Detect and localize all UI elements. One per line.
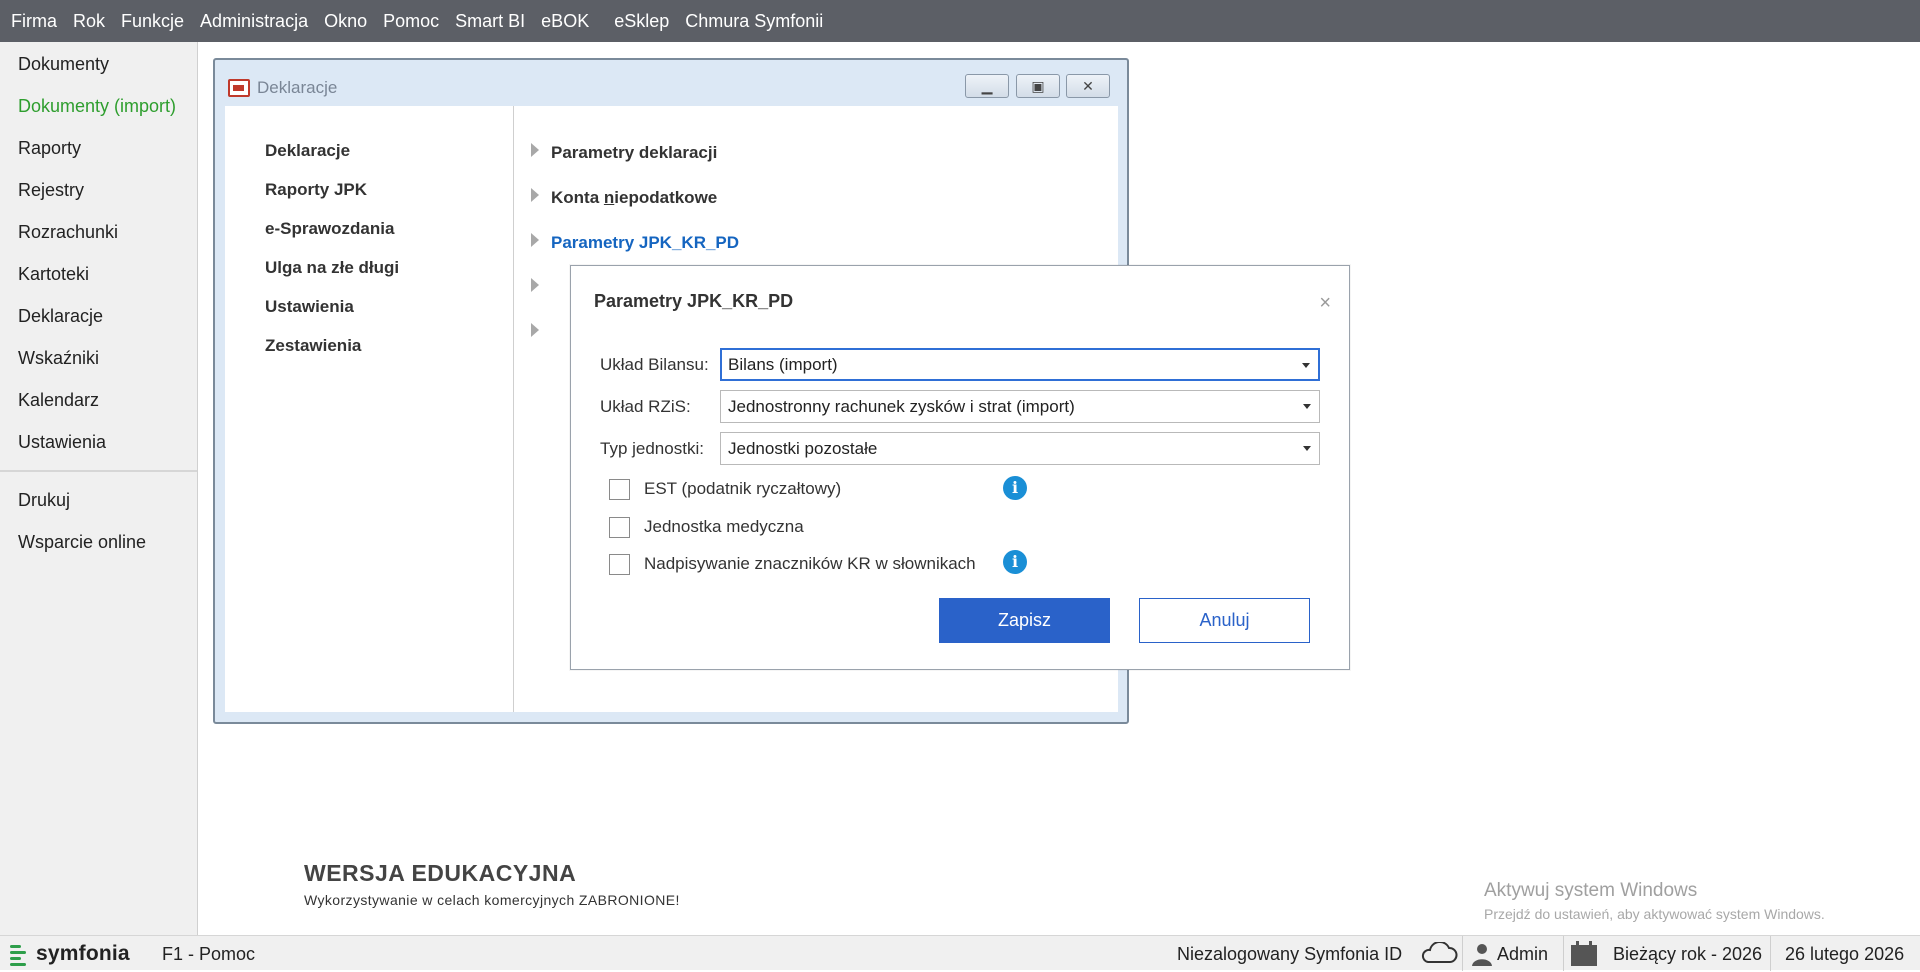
uklad-bilansu-label: Układ Bilansu: xyxy=(600,355,709,374)
calendar-icon xyxy=(1570,941,1598,967)
jednostka-medyczna-checkbox[interactable] xyxy=(609,517,630,538)
nav-raporty-jpk[interactable]: Raporty JPK xyxy=(265,180,367,200)
uklad-bilansu-select[interactable]: Bilans (import) xyxy=(720,348,1320,381)
zapisz-button[interactable]: Zapisz xyxy=(939,598,1110,643)
jednostka-medyczna-label: Jednostka medyczna xyxy=(644,517,804,536)
typ-jednostki-select[interactable]: Jednostki pozostałe xyxy=(720,432,1320,465)
sidebar-item-deklaracje[interactable]: Deklaracje xyxy=(18,306,103,327)
sidebar-divider xyxy=(0,470,197,472)
sidebar-item-ustawienia[interactable]: Ustawienia xyxy=(18,432,106,453)
sidebar-item-kartoteki[interactable]: Kartoteki xyxy=(18,264,89,285)
menu-administracja[interactable]: Administracja xyxy=(192,0,316,42)
status-divider xyxy=(1770,936,1771,971)
logo-text: symfonia xyxy=(36,942,130,965)
minimize-icon: ▁ xyxy=(981,77,993,94)
symfonia-logo: symfonia xyxy=(10,942,130,966)
chevron-down-icon xyxy=(1302,363,1310,368)
restore-icon: ▣ xyxy=(1031,77,1045,94)
select-value: Bilans (import) xyxy=(728,355,838,374)
edu-watermark-title: WERSJA EDUKACYJNA xyxy=(304,860,577,886)
select-value: Jednostki pozostałe xyxy=(728,439,878,458)
close-icon: ✕ xyxy=(1082,77,1094,94)
dialog-title: Parametry JPK_KR_PD xyxy=(594,291,794,311)
user-name[interactable]: Admin xyxy=(1497,944,1548,965)
menu-pomoc[interactable]: Pomoc xyxy=(375,0,447,42)
maximize-button[interactable]: ▣ xyxy=(1016,74,1060,98)
app-icon xyxy=(228,79,250,97)
menu-chmura-symfonii[interactable]: Chmura Symfonii xyxy=(677,0,831,42)
windows-activation-title: Aktywuj system Windows xyxy=(1484,880,1698,901)
sidebar-item-rozrachunki[interactable]: Rozrachunki xyxy=(18,222,118,243)
expand-arrow-icon[interactable] xyxy=(531,278,539,292)
section-parametry-jpk-kr-pd[interactable]: Parametry JPK_KR_PD xyxy=(551,233,739,253)
close-window-button[interactable]: ✕ xyxy=(1066,74,1110,98)
select-value: Jednostronny rachunek zysków i strat (im… xyxy=(728,397,1075,416)
expand-arrow-icon[interactable] xyxy=(531,323,539,337)
close-icon[interactable]: × xyxy=(1319,292,1331,315)
typ-jednostki-label: Typ jednostki: xyxy=(600,439,704,458)
menu-ebok[interactable]: eBOK xyxy=(533,0,597,42)
info-icon[interactable]: i xyxy=(1003,476,1027,500)
sidebar-item-rejestry[interactable]: Rejestry xyxy=(18,180,84,201)
parametry-jpk-dialog: Parametry JPK_KR_PD × Układ Bilansu: Bil… xyxy=(570,265,1350,670)
chevron-down-icon xyxy=(1303,446,1311,451)
est-checkbox[interactable] xyxy=(609,479,630,500)
nadpisywanie-label: Nadpisywanie znaczników KR w słownikach xyxy=(644,554,976,573)
window-title: Deklaracje xyxy=(257,78,338,97)
user-icon xyxy=(1470,942,1494,966)
window-titlebar[interactable]: Deklaracje ▁ ▣ ✕ xyxy=(215,60,1127,106)
symfonia-logo-icon xyxy=(10,943,28,966)
menu-firma[interactable]: Firma xyxy=(3,0,65,42)
section-konta-niepodatkowe[interactable]: Konta niepodatkowe xyxy=(551,188,717,208)
sidebar-item-wskazniki[interactable]: Wskaźniki xyxy=(18,348,99,369)
expand-arrow-icon[interactable] xyxy=(531,233,539,247)
info-icon[interactable]: i xyxy=(1003,550,1027,574)
help-shortcut[interactable]: F1 - Pomoc xyxy=(162,944,255,965)
expand-arrow-icon[interactable] xyxy=(531,143,539,157)
symfonia-id-status[interactable]: Niezalogowany Symfonia ID xyxy=(1177,944,1402,965)
menu-okno[interactable]: Okno xyxy=(316,0,375,42)
section-label-part: iepodatkowe xyxy=(614,188,718,207)
status-divider xyxy=(1462,936,1463,971)
sidebar-item-dokumenty-import[interactable]: Dokumenty (import) xyxy=(18,96,176,117)
est-checkbox-label: EST (podatnik ryczałtowy) xyxy=(644,479,842,498)
nav-deklaracje[interactable]: Deklaracje xyxy=(265,141,350,161)
sidebar-item-raporty[interactable]: Raporty xyxy=(18,138,81,159)
section-label-mnemonic: n xyxy=(603,188,615,207)
sidebar: Dokumenty Dokumenty (import) Raporty Rej… xyxy=(0,42,198,935)
sidebar-item-wsparcie-online[interactable]: Wsparcie online xyxy=(18,532,146,553)
current-date[interactable]: 26 lutego 2026 xyxy=(1785,944,1904,965)
uklad-rzis-select[interactable]: Jednostronny rachunek zysków i strat (im… xyxy=(720,390,1320,423)
cloud-icon[interactable] xyxy=(1418,940,1460,966)
edu-watermark-subtitle: Wykorzystywanie w celach komercyjnych ZA… xyxy=(304,892,680,908)
nav-e-sprawozdania[interactable]: e-Sprawozdania xyxy=(265,219,394,239)
menu-rok[interactable]: Rok xyxy=(65,0,113,42)
sidebar-item-drukuj[interactable]: Drukuj xyxy=(18,490,70,511)
anuluj-button[interactable]: Anuluj xyxy=(1139,598,1310,643)
menu-funkcje[interactable]: Funkcje xyxy=(113,0,192,42)
current-year[interactable]: Bieżący rok - 2026 xyxy=(1613,944,1762,965)
nav-zestawienia[interactable]: Zestawienia xyxy=(265,336,361,356)
expand-arrow-icon[interactable] xyxy=(531,188,539,202)
uklad-rzis-label: Układ RZiS: xyxy=(600,397,691,416)
section-label-part: Konta xyxy=(551,188,604,207)
status-divider xyxy=(1563,936,1564,971)
status-bar: symfonia F1 - Pomoc Niezalogowany Symfon… xyxy=(0,935,1920,971)
deklaracje-nav: Deklaracje Raporty JPK e-Sprawozdania Ul… xyxy=(225,106,514,712)
nadpisywanie-checkbox[interactable] xyxy=(609,554,630,575)
minimize-button[interactable]: ▁ xyxy=(965,74,1009,98)
menu-bar: Firma Rok Funkcje Administracja Okno Pom… xyxy=(0,0,1920,42)
chevron-down-icon xyxy=(1303,404,1311,409)
sidebar-item-kalendarz[interactable]: Kalendarz xyxy=(18,390,99,411)
windows-activation-text: Przejdź do ustawień, aby aktywować syste… xyxy=(1484,906,1825,922)
sidebar-item-dokumenty[interactable]: Dokumenty xyxy=(18,54,109,75)
nav-ulga-na-zle-dlugi[interactable]: Ulga na złe długi xyxy=(265,258,399,278)
menu-smart-bi[interactable]: Smart BI xyxy=(447,0,533,42)
nav-ustawienia[interactable]: Ustawienia xyxy=(265,297,354,317)
section-parametry-deklaracji[interactable]: Parametry deklaracji xyxy=(551,143,717,163)
menu-esklep[interactable]: eSklep xyxy=(597,0,677,42)
